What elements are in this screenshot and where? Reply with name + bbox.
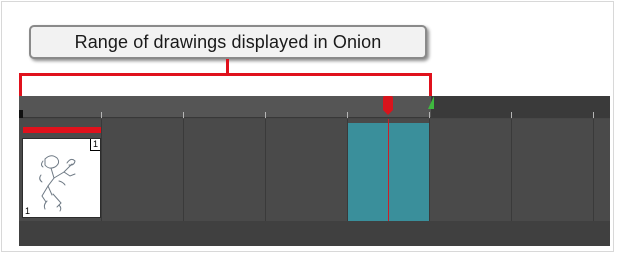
- ruler-tick: [101, 112, 102, 118]
- drawing-number-badge: 1: [89, 139, 100, 151]
- drawing-layer-track[interactable]: 1 1: [19, 119, 610, 244]
- timeline-ruler[interactable]: [19, 96, 610, 118]
- cell-divider: [593, 119, 594, 221]
- cell-divider: [347, 119, 348, 221]
- ruler-tick: [593, 112, 594, 118]
- playhead-handle[interactable]: [383, 96, 393, 115]
- drawing-thumbnail[interactable]: 1 1: [22, 138, 101, 218]
- frame-number-label: 1: [25, 206, 31, 216]
- ruler-tick: [347, 112, 348, 118]
- bracket-top: [19, 73, 432, 76]
- cell-divider: [183, 119, 184, 221]
- ruler-tick: [511, 112, 512, 118]
- ruler-start-marker: [19, 110, 23, 118]
- timeline-panel: 1 1: [19, 96, 610, 246]
- onion-skin-end-marker[interactable]: [428, 96, 434, 109]
- cell-divider: [101, 119, 102, 221]
- ruler-tick: [265, 112, 266, 118]
- timeline-bottom-band: [19, 221, 610, 246]
- cell-divider: [265, 119, 266, 221]
- onion-skin-range-highlight: [348, 123, 430, 221]
- callout-label: Range of drawings displayed in Onion: [29, 25, 427, 59]
- cell-divider: [429, 119, 430, 221]
- ruler-tick: [429, 112, 430, 118]
- ruler-tick: [183, 112, 184, 118]
- ruler-outside-onion: [431, 96, 610, 118]
- drawing-exposure-bar: [23, 127, 101, 133]
- callout-text: Range of drawings displayed in Onion: [74, 31, 382, 52]
- cell-divider: [511, 119, 512, 221]
